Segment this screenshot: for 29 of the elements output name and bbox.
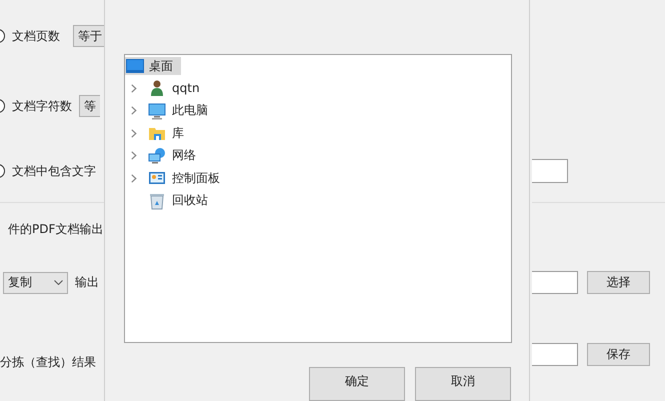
field-label: 文档字符数 [12,98,72,114]
tree-item[interactable]: 控制面板 [125,167,511,190]
cancel-button[interactable]: 取消 [415,367,511,401]
result-label: 分拣（查找）结果 [0,354,96,371]
result-field[interactable] [532,343,578,366]
field-label: 文档中包含文字 [12,162,96,180]
field-label: 文档页数 [12,28,60,44]
tree-item[interactable]: 网络 [125,144,511,167]
path-label: 输出 [75,274,99,291]
comparison-dropdown[interactable]: 等 [79,95,100,117]
ok-button[interactable]: 确定 [309,367,405,401]
choose-button[interactable]: 选择 [587,271,650,294]
monitor-icon [148,102,166,120]
recycle-bin-icon [148,192,166,210]
tree-item[interactable]: 库 [125,122,511,144]
path-field[interactable] [532,271,578,294]
tree-item[interactable]: qqtn [125,77,511,100]
person-icon [148,79,166,98]
text-field[interactable] [532,159,568,183]
monitor-icon [126,59,144,73]
network-icon [148,146,166,165]
section-label: 件的PDF文档输出 [8,220,104,238]
caret-icon [54,280,63,285]
mode-dropdown[interactable]: 复制 [3,272,68,294]
tree-item[interactable]: 桌面 [125,57,181,75]
tree-item[interactable]: 此电脑 [125,100,511,122]
tree-item[interactable]: 回收站 [125,190,511,212]
save-button[interactable]: 保存 [587,343,650,366]
comparison-dropdown[interactable]: 等于 [73,25,104,47]
